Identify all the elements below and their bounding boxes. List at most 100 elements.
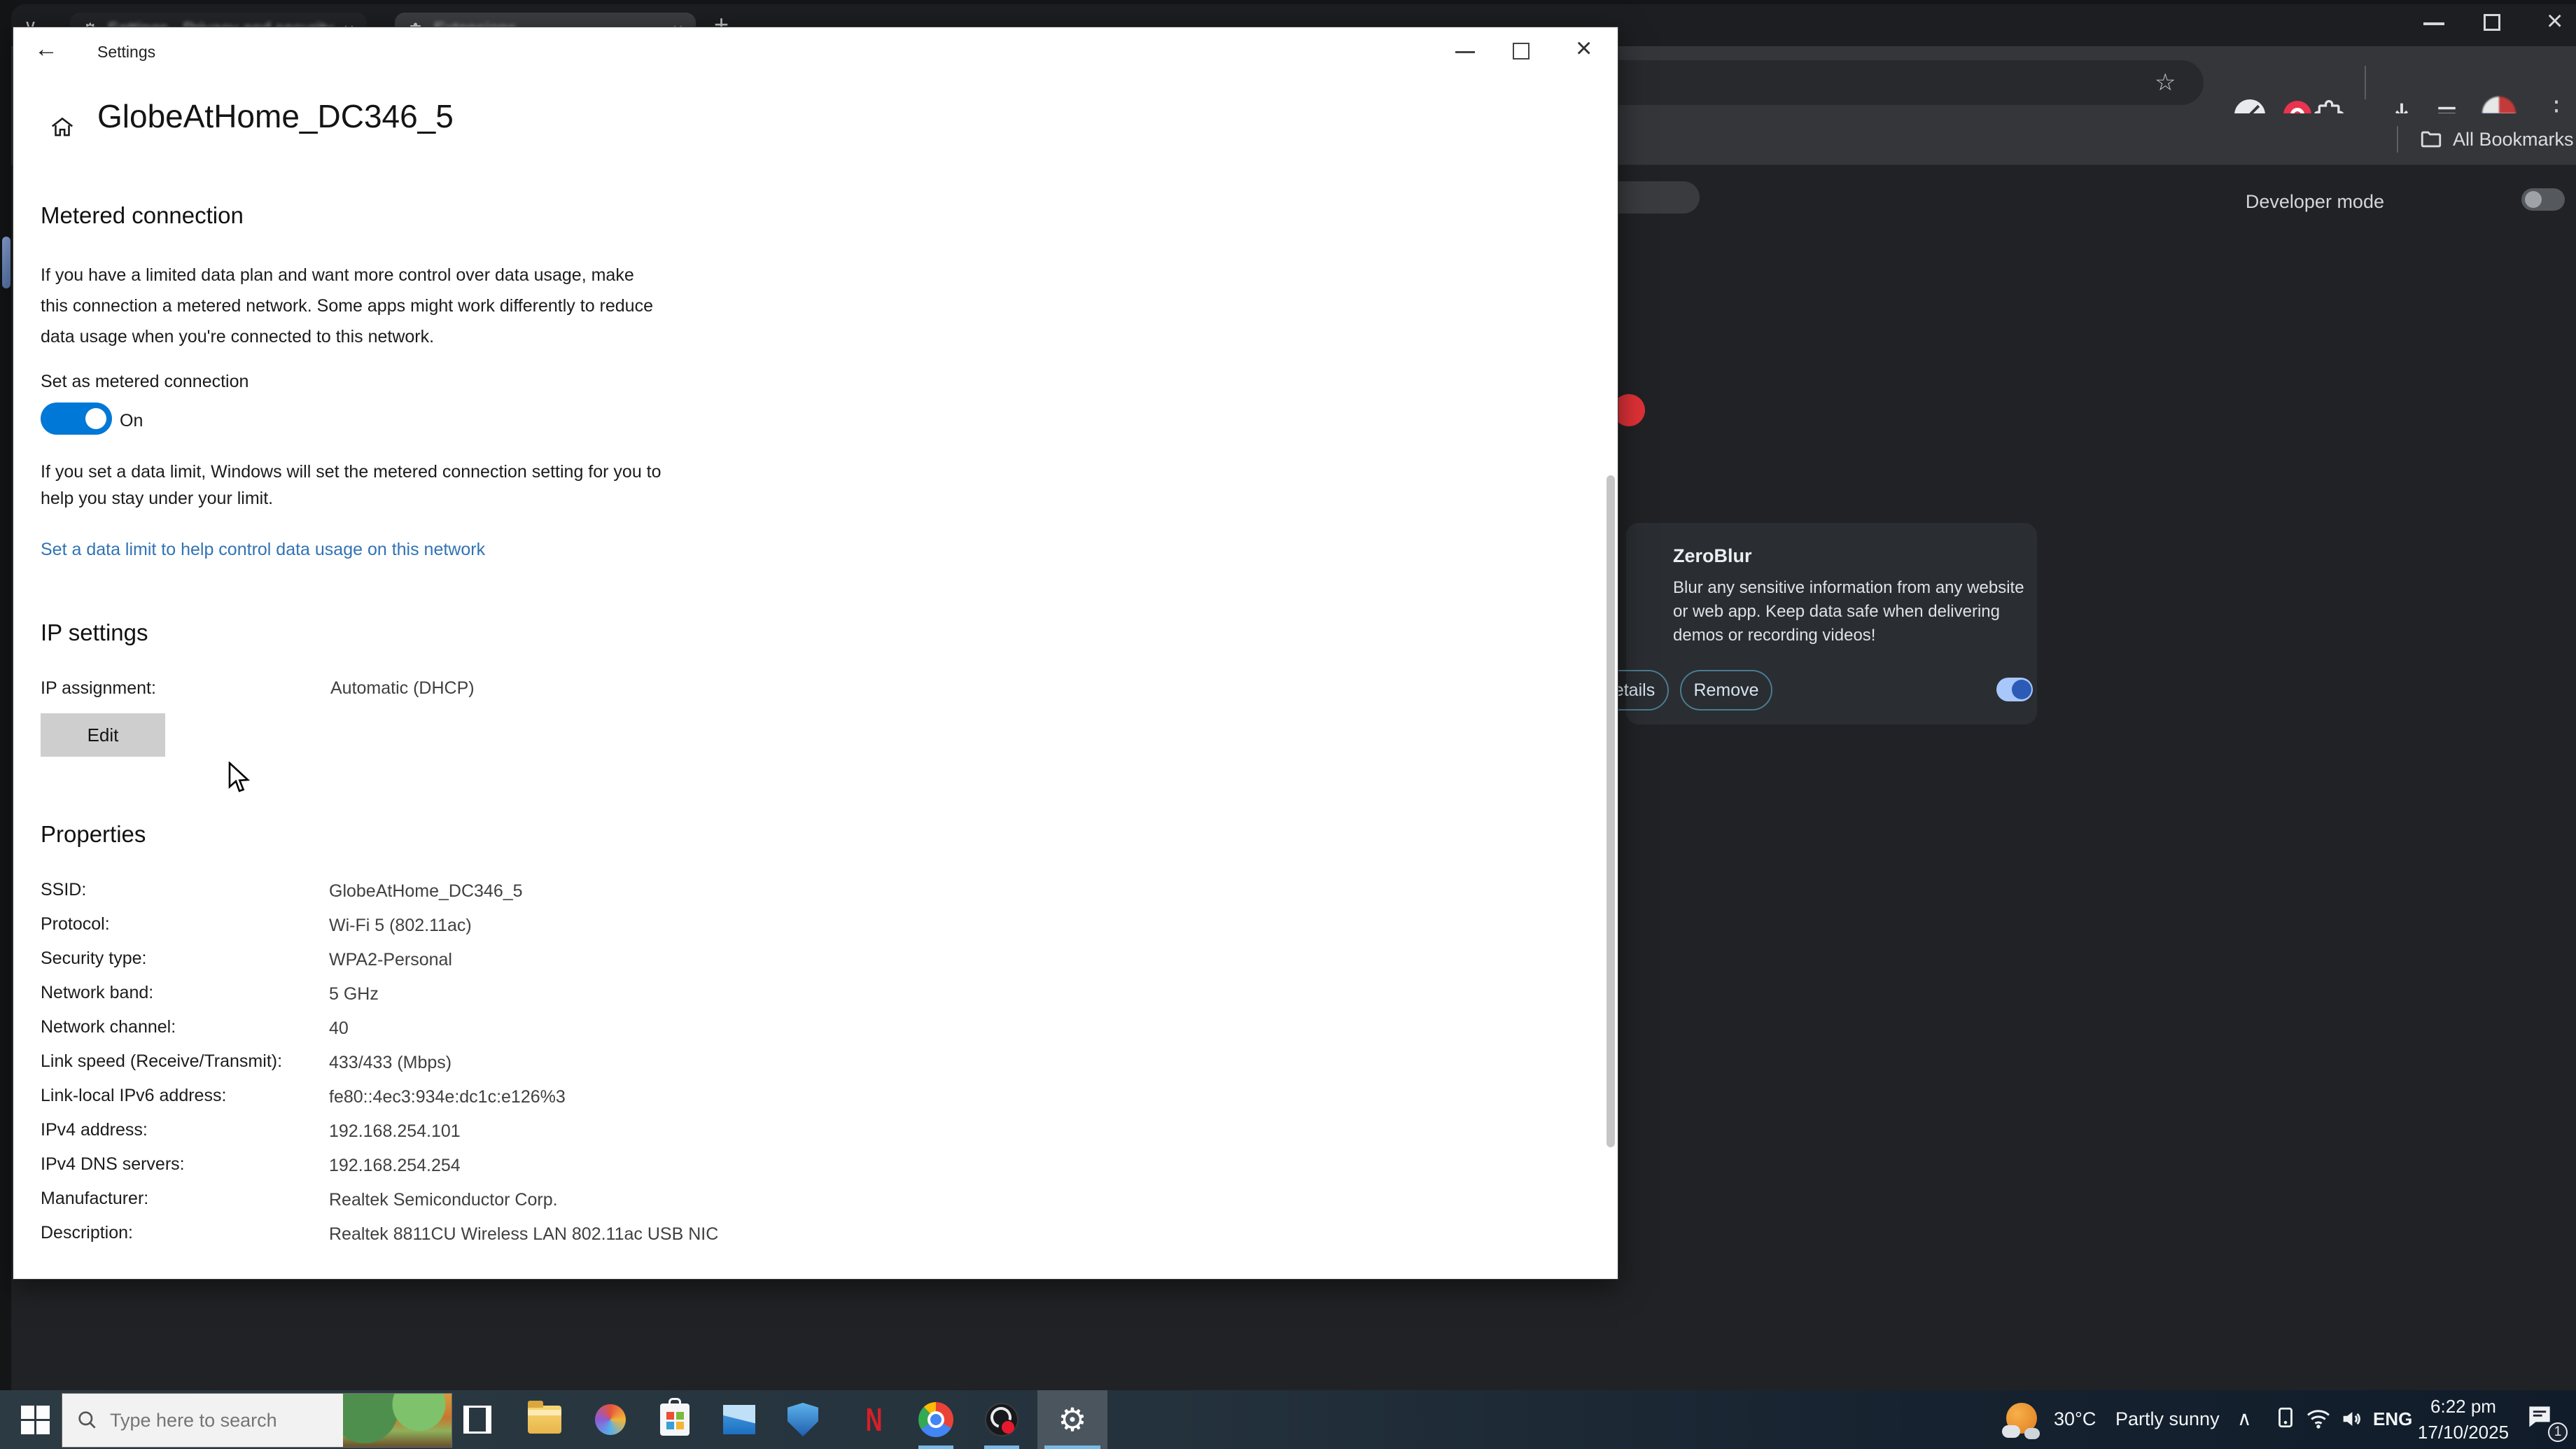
developer-mode-label: Developer mode — [2245, 191, 2384, 212]
settings-minimize-button[interactable] — [1455, 51, 1475, 53]
property-value: Realtek Semiconductor Corp. — [329, 1190, 558, 1210]
ip-assignment-label: IP assignment: — [41, 678, 156, 698]
extension-enabled-toggle[interactable] — [1996, 678, 2033, 701]
metered-toggle-state: On — [120, 411, 144, 430]
toggle-knob — [85, 408, 106, 429]
notification-badge: 1 — [2548, 1422, 2568, 1442]
chrome-minimize-button[interactable] — [2423, 22, 2444, 25]
taskbar: N ⚙ 30°C Pa — [0, 1390, 2576, 1449]
weather-condition[interactable]: Partly sunny — [2115, 1408, 2220, 1430]
property-row: Description: Realtek 8811CU Wireless LAN… — [41, 1223, 1091, 1245]
taskbar-search[interactable] — [62, 1393, 452, 1448]
property-value: 433/433 (Mbps) — [329, 1053, 452, 1072]
property-label: Link speed (Receive/Transmit): — [41, 1051, 283, 1071]
all-bookmarks-label[interactable]: All Bookmarks — [2453, 129, 2574, 150]
tray-time: 6:22 pm — [2430, 1396, 2496, 1417]
metered-description: If you have a limited data plan and want… — [41, 265, 653, 346]
obs-icon — [985, 1403, 1018, 1436]
netflix-icon: N — [866, 1401, 883, 1438]
extension-card-zeroblur: ZeroBlur Blur any sensitive information … — [1588, 523, 2037, 724]
property-label: Protocol: — [41, 914, 110, 934]
search-input[interactable] — [108, 1408, 318, 1432]
chrome-maximize-button[interactable] — [2484, 14, 2500, 31]
weather-temperature[interactable]: 30°C — [2054, 1408, 2096, 1430]
folder-icon — [2419, 127, 2443, 151]
wifi-icon[interactable] — [2306, 1406, 2331, 1431]
chrome-taskbar-button[interactable] — [914, 1400, 958, 1439]
toggle-knob — [2012, 680, 2031, 699]
task-view-button[interactable] — [456, 1403, 498, 1436]
settings-close-button[interactable]: × — [1576, 33, 1592, 64]
copilot-button[interactable] — [589, 1403, 631, 1436]
ip-assignment-value: Automatic (DHCP) — [330, 678, 475, 698]
desktop-fragment — [2, 237, 10, 288]
security-button[interactable] — [781, 1401, 825, 1438]
extension-title: ZeroBlur — [1673, 545, 1752, 566]
netflix-button[interactable]: N — [855, 1400, 893, 1439]
settings-maximize-button[interactable] — [1513, 43, 1530, 59]
data-limit-link[interactable]: Set a data limit to help control data us… — [41, 540, 485, 560]
copilot-icon — [595, 1404, 626, 1435]
developer-mode-toggle[interactable] — [2521, 188, 2565, 211]
bookmarks-divider — [2397, 126, 2398, 153]
active-indicator-obs — [984, 1446, 1019, 1449]
language-indicator[interactable]: ENG — [2373, 1408, 2412, 1430]
search-daily-image[interactable] — [343, 1394, 451, 1447]
property-label: Description: — [41, 1223, 133, 1242]
properties-heading: Properties — [41, 821, 146, 847]
scrollbar-thumb[interactable] — [1606, 475, 1615, 1147]
property-label: Network band: — [41, 983, 154, 1002]
property-value: Realtek 8811CU Wireless LAN 802.11ac USB… — [329, 1224, 719, 1244]
tray-device-icon[interactable] — [2274, 1406, 2297, 1429]
property-value: 192.168.254.101 — [329, 1121, 461, 1141]
address-bar[interactable] — [1537, 60, 2204, 105]
properties-list: SSID: GlobeAtHome_DC346_5 Protocol: Wi-F… — [41, 880, 1091, 1245]
property-row: Link-local IPv6 address: fe80::4ec3:934e… — [41, 1086, 1091, 1120]
settings-window: ← Settings × GlobeAtHome_DC346_5 Metered… — [13, 27, 1618, 1280]
property-label: SSID: — [41, 880, 87, 899]
chrome-close-button[interactable]: × — [2547, 6, 2563, 37]
home-icon — [48, 114, 76, 141]
property-label: Security type: — [41, 948, 147, 968]
property-value: GlobeAtHome_DC346_5 — [329, 881, 523, 901]
property-label: IPv4 DNS servers: — [41, 1154, 185, 1174]
screen: ∨ ⚙ Settings - Privacy and security × Ex… — [0, 0, 2576, 1449]
ip-settings-heading: IP settings — [41, 620, 148, 645]
tray-chevron-icon[interactable]: ∧ — [2237, 1407, 2252, 1430]
property-value: 192.168.254.254 — [329, 1156, 461, 1175]
active-indicator-settings — [1044, 1446, 1100, 1449]
page-title: GlobeAtHome_DC346_5 — [97, 98, 454, 134]
property-row: IPv4 DNS servers: 192.168.254.254 — [41, 1154, 1091, 1189]
property-value: 40 — [329, 1018, 349, 1038]
start-button[interactable] — [13, 1390, 57, 1449]
mail-button[interactable] — [718, 1403, 760, 1436]
extensions-search-box[interactable] — [1617, 181, 1700, 214]
property-row: Protocol: Wi-Fi 5 (802.11ac) — [41, 914, 1091, 948]
file-explorer-button[interactable] — [524, 1401, 566, 1438]
volume-icon[interactable] — [2339, 1407, 2363, 1431]
edit-button[interactable]: Edit — [41, 713, 165, 757]
store-icon — [660, 1398, 690, 1436]
toggle-knob — [2525, 191, 2542, 208]
mouse-cursor — [225, 762, 253, 795]
folder-icon — [528, 1401, 561, 1434]
back-button[interactable]: ← — [34, 36, 58, 63]
property-label: Link-local IPv6 address: — [41, 1086, 227, 1105]
property-label: IPv4 address: — [41, 1120, 148, 1140]
weather-widget[interactable] — [1999, 1397, 2044, 1442]
metered-toggle[interactable] — [41, 402, 112, 435]
settings-taskbar-button[interactable]: ⚙ — [1037, 1390, 1107, 1449]
mail-icon — [723, 1405, 755, 1434]
tray-date: 17/10/2025 — [2417, 1422, 2510, 1443]
settings-gear-icon: ⚙ — [1058, 1401, 1087, 1438]
extension-description: Blur any sensitive information from any … — [1673, 578, 2024, 645]
data-limit-note: If you set a data limit, Windows will se… — [41, 462, 662, 508]
obs-taskbar-button[interactable] — [980, 1400, 1023, 1439]
notification-center-button[interactable]: 1 — [2524, 1401, 2568, 1442]
chrome-icon — [918, 1402, 953, 1437]
property-row: Manufacturer: Realtek Semiconductor Corp… — [41, 1189, 1091, 1223]
bookmark-star-icon[interactable]: ☆ — [2155, 69, 2176, 97]
clock-widget[interactable]: 6:22 pm 17/10/2025 — [2412, 1396, 2514, 1443]
remove-button[interactable]: Remove — [1680, 670, 1772, 710]
store-button[interactable] — [654, 1398, 696, 1439]
